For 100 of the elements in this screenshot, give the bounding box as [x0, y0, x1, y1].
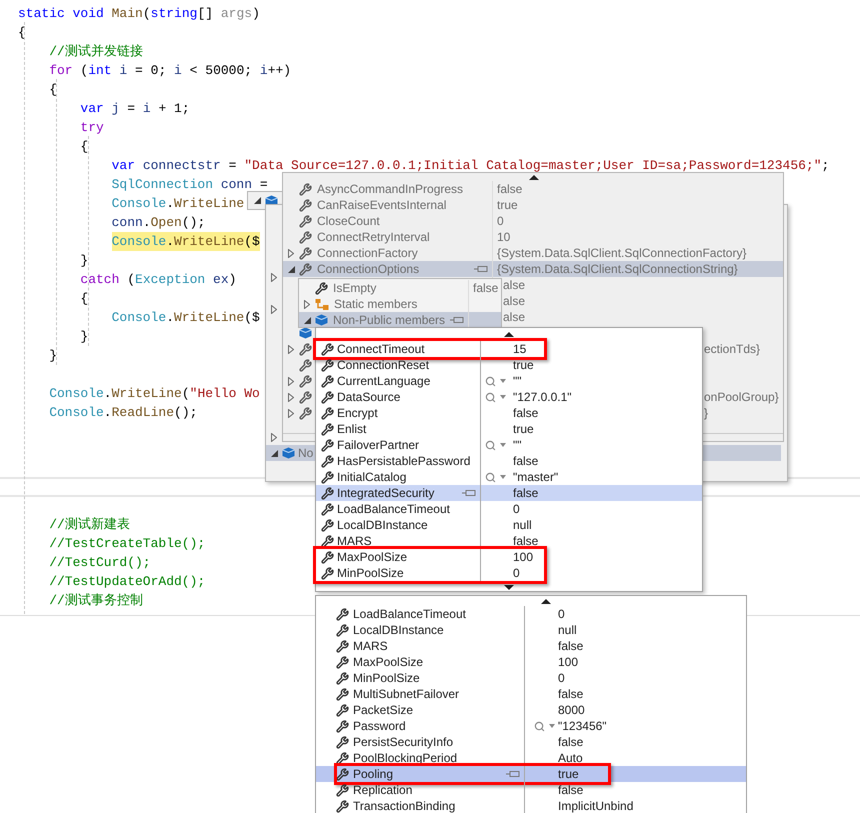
- property-row[interactable]: PacketSize 8000: [316, 702, 746, 718]
- expander-icon[interactable]: [254, 197, 261, 204]
- wrench-icon: [336, 656, 349, 668]
- property-value: true: [513, 421, 534, 438]
- property-name: FailoverPartner: [337, 437, 420, 454]
- property-row[interactable]: LoadBalanceTimeout 0: [316, 501, 702, 517]
- property-row[interactable]: HasPersistablePassword false: [316, 453, 702, 469]
- property-name: ConnectionFactory: [317, 245, 418, 262]
- property-row[interactable]: FailoverPartner "": [316, 437, 702, 453]
- expander-icon[interactable]: [304, 300, 310, 308]
- property-row[interactable]: LocalDBInstance null: [316, 622, 746, 638]
- property-row[interactable]: CurrentLanguage "": [316, 373, 702, 389]
- caret-icon[interactable]: [549, 724, 555, 728]
- property-row[interactable]: ConnectionReset true: [316, 357, 702, 373]
- search-icon[interactable]: [485, 440, 496, 450]
- pin-icon[interactable]: [462, 489, 476, 497]
- property-value: }: [704, 405, 708, 422]
- property-row[interactable]: Password "123456": [316, 718, 746, 734]
- scroll-up-icon[interactable]: [541, 598, 551, 604]
- property-row[interactable]: CloseCount 0: [283, 213, 783, 229]
- property-name: MaxPoolSize: [353, 654, 424, 671]
- wrench-icon: [321, 358, 334, 372]
- property-row[interactable]: DataSource "127.0.0.1": [316, 389, 702, 405]
- scroll-up-icon[interactable]: [504, 332, 514, 337]
- search-icon[interactable]: [485, 376, 496, 386]
- property-row[interactable]: MaxPoolSize 100: [316, 549, 702, 565]
- property-value: null: [513, 517, 532, 534]
- property-row[interactable]: MaxPoolSize 100: [316, 654, 746, 670]
- scroll-up-icon[interactable]: [529, 174, 539, 180]
- property-row[interactable]: MARS false: [316, 638, 746, 654]
- expander-icon[interactable]: [271, 304, 277, 314]
- property-row[interactable]: ConnectRetryInterval 10: [283, 229, 783, 245]
- search-icon[interactable]: [534, 720, 545, 732]
- code-line: //TestUpdateOrAdd();: [49, 572, 206, 591]
- property-row[interactable]: Pooling true: [316, 766, 746, 782]
- property-name: Enlist: [337, 421, 366, 438]
- property-value: 8000: [558, 702, 585, 719]
- expander-icon[interactable]: [271, 432, 277, 442]
- expander-icon[interactable]: [288, 408, 294, 418]
- code-line: {: [18, 24, 26, 42]
- expander-icon[interactable]: [288, 266, 294, 272]
- wrench-icon: [299, 358, 312, 372]
- property-row[interactable]: AsyncCommandInProgress false: [283, 181, 783, 197]
- property-value: false: [513, 405, 538, 422]
- expander-icon[interactable]: [271, 272, 277, 282]
- property-row[interactable]: LoadBalanceTimeout 0: [316, 606, 746, 622]
- property-row[interactable]: TransactionBinding ImplicitUnbind: [316, 798, 746, 813]
- property-value: "": [513, 437, 522, 454]
- property-value: 0: [513, 565, 520, 582]
- property-row[interactable]: Encrypt false: [316, 405, 702, 421]
- property-row[interactable]: MARS false: [316, 533, 702, 549]
- wrench-icon: [336, 752, 349, 764]
- property-value: alse: [503, 293, 526, 310]
- search-icon[interactable]: [485, 472, 496, 482]
- caret-icon[interactable]: [500, 379, 506, 383]
- wrench-icon: [321, 470, 334, 484]
- code-line: var j = i + 1;: [80, 100, 190, 118]
- property-row[interactable]: IntegratedSecurity false: [316, 485, 702, 501]
- property-row[interactable]: CanRaiseEventsInternal true: [283, 197, 783, 213]
- property-name: HasPersistablePassword: [337, 453, 470, 470]
- property-row[interactable]: LocalDBInstance null: [316, 517, 702, 533]
- property-row[interactable]: IsEmpty false: [299, 280, 501, 296]
- property-row[interactable]: MinPoolSize 0: [316, 670, 746, 686]
- code-line: Console.WriteLine("Hello Wo: [49, 384, 260, 403]
- property-value: false: [558, 782, 584, 799]
- property-row[interactable]: MultiSubnetFailover false: [316, 686, 746, 702]
- property-row[interactable]: PersistSecurityInfo false: [316, 734, 746, 750]
- expander-icon[interactable]: [288, 392, 294, 402]
- search-icon[interactable]: [485, 392, 496, 402]
- wrench-icon: [299, 182, 312, 196]
- property-row[interactable]: MinPoolSize 0: [316, 565, 702, 581]
- property-value: alse: [503, 309, 526, 326]
- code-line: //TestCurd();: [49, 554, 151, 572]
- property-row[interactable]: Replication false: [316, 782, 746, 798]
- property-value: 100: [558, 654, 578, 671]
- wrench-icon: [321, 374, 334, 388]
- caret-icon[interactable]: [500, 475, 506, 479]
- wrench-icon: [299, 374, 312, 388]
- expander-icon[interactable]: [288, 248, 294, 258]
- property-name: IsEmpty: [333, 280, 376, 297]
- expander-icon[interactable]: [270, 450, 278, 456]
- caret-icon[interactable]: [500, 395, 506, 399]
- expander-icon[interactable]: [288, 376, 294, 386]
- property-name: LocalDBInstance: [353, 622, 444, 639]
- wrench-icon: [299, 214, 312, 228]
- property-value: ectionTds}: [704, 341, 760, 358]
- property-name: Replication: [353, 782, 412, 799]
- wrench-icon: [336, 784, 349, 796]
- scroll-down-icon[interactable]: [504, 584, 514, 590]
- pin-icon[interactable]: [450, 316, 464, 324]
- pin-icon[interactable]: [474, 265, 488, 273]
- property-row[interactable]: Enlist true: [316, 421, 702, 437]
- property-value: "master": [513, 469, 558, 486]
- property-name: InitialCatalog: [337, 469, 406, 486]
- expander-icon[interactable]: [288, 344, 294, 354]
- property-value: false: [513, 533, 538, 550]
- code-line: //测试新建表: [49, 516, 130, 534]
- expander-icon[interactable]: [304, 316, 310, 324]
- pin-icon[interactable]: [506, 770, 520, 778]
- property-name: MARS: [353, 638, 388, 655]
